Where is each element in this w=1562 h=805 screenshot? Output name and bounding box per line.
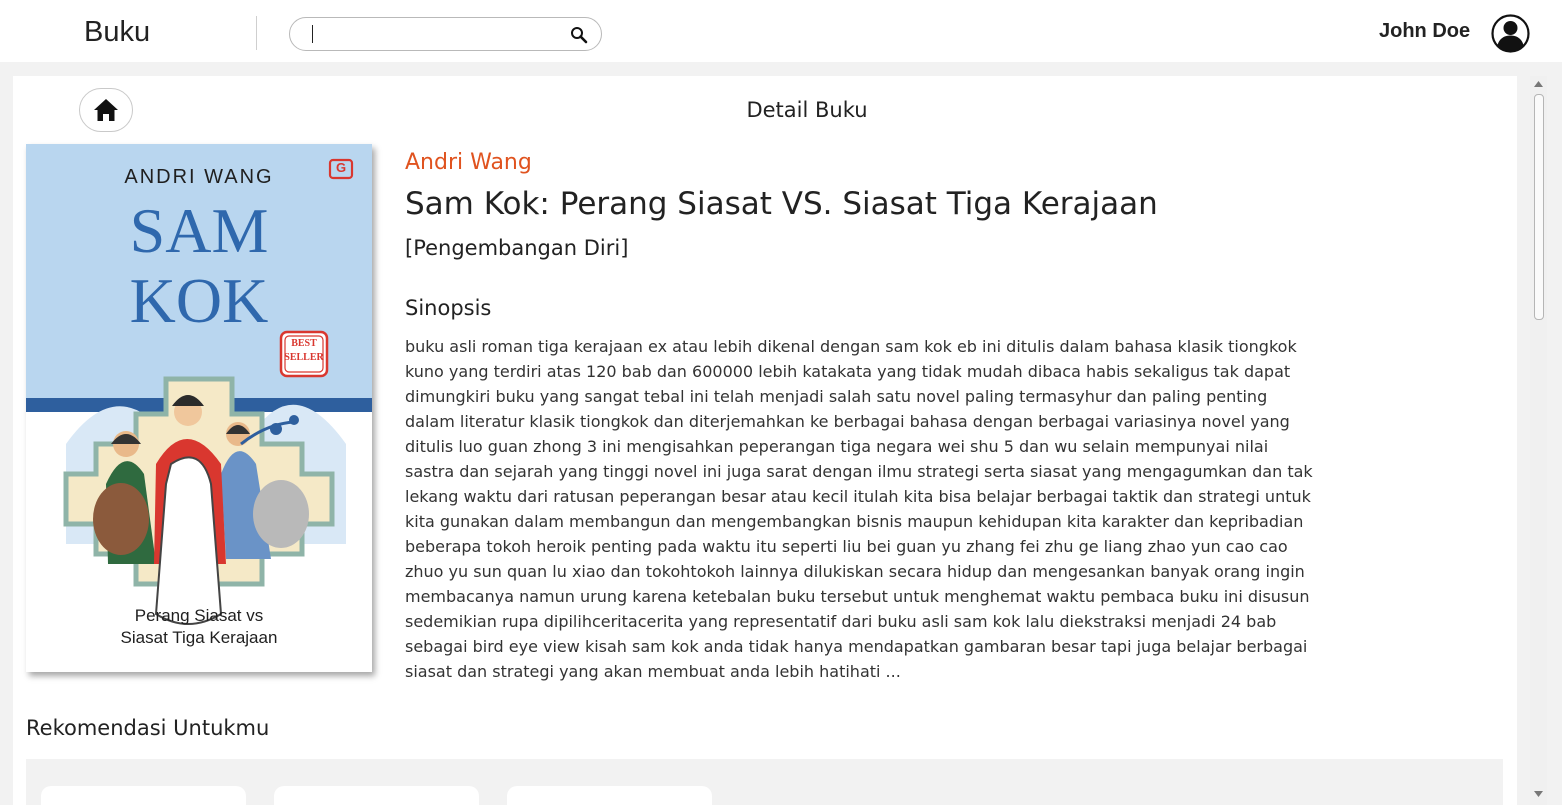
brand-logo[interactable]: Buku [84, 16, 150, 49]
user-name[interactable]: John Doe [1379, 20, 1470, 43]
cover-badge-line2: SELLER [284, 352, 324, 363]
divider [256, 16, 257, 50]
cover-title-line2: KOK [129, 265, 269, 336]
user-avatar-icon[interactable] [1491, 14, 1530, 53]
search-bar[interactable] [289, 17, 602, 51]
recommendations-list [26, 759, 1503, 805]
cover-subtitle-line1: Perang Siasat vs [134, 606, 264, 625]
cover-subtitle-line2: Siasat Tiga Kerajaan [120, 628, 278, 647]
synopsis-heading: Sinopsis [405, 296, 492, 320]
publisher-logo: G [335, 160, 347, 175]
cover-badge-line1: BEST [291, 338, 317, 349]
recommendation-card[interactable] [507, 786, 712, 805]
book-author[interactable]: Andri Wang [405, 150, 532, 175]
top-navigation-bar: Buku John Doe [0, 0, 1562, 62]
book-detail-panel: Detail Buku ANDRI WANG SAM KOK BEST SELL… [13, 76, 1517, 805]
search-icon[interactable] [570, 26, 588, 44]
scrollbar-thumb[interactable] [1534, 94, 1544, 320]
search-input[interactable] [310, 22, 560, 46]
page-title: Detail Buku [746, 98, 868, 122]
text-cursor [312, 25, 313, 43]
scroll-down-arrow-icon[interactable] [1530, 786, 1547, 802]
recommendations-heading: Rekomendasi Untukmu [26, 716, 270, 740]
vertical-scrollbar[interactable] [1530, 76, 1547, 805]
cover-author: ANDRI WANG [124, 166, 274, 188]
scroll-up-arrow-icon[interactable] [1530, 76, 1547, 92]
cover-title-line1: SAM [129, 195, 269, 266]
synopsis-text: buku asli roman tiga kerajaan ex atau le… [405, 337, 1313, 681]
recommendation-card[interactable] [274, 786, 479, 805]
book-cover-image: ANDRI WANG SAM KOK BEST SELLER G Perang … [26, 144, 372, 672]
recommendation-card[interactable] [41, 786, 246, 805]
book-category: [Pengembangan Diri] [405, 236, 629, 260]
book-title: Sam Kok: Perang Siasat VS. Siasat Tiga K… [405, 186, 1158, 222]
